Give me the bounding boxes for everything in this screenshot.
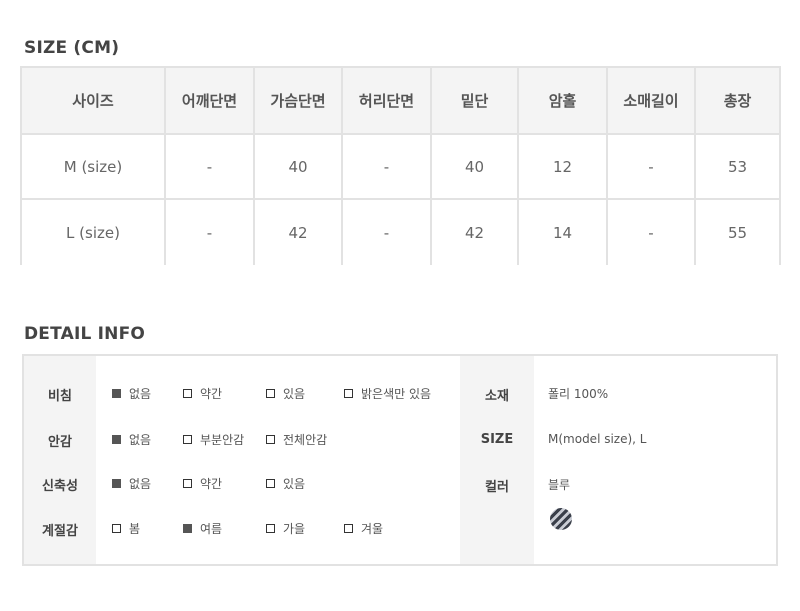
option-sheer-slight: 약간	[183, 385, 222, 402]
checkbox-checked-icon	[112, 389, 121, 398]
option-sheer-none: 없음	[112, 385, 151, 402]
size-cell: M (size)	[22, 135, 166, 198]
size-cell: 53	[727, 157, 748, 176]
table-row: M (size) - 40 - 40 12 - 53	[22, 135, 779, 200]
checkbox-empty-icon	[183, 479, 192, 488]
option-stretch-slight: 약간	[183, 475, 222, 492]
checkbox-checked-icon	[112, 479, 121, 488]
size-cell: -	[343, 135, 432, 198]
size-cell: 55	[727, 223, 748, 242]
detail-info-table: 비침 없음 약간 있음 밝은색만 있음 안감 없음 부분안감 전체안감 신축성 …	[22, 354, 778, 566]
size-header-cell: 밑단	[432, 68, 519, 133]
attribute-label-lining: 안감	[48, 435, 72, 450]
size-table-header: 사이즈 어깨단면 가슴단면 허리단면 밑단 암홀 소매길이 총장	[22, 68, 779, 135]
size-cell: 42	[432, 200, 519, 265]
option-lining-partial: 부분안감	[183, 431, 244, 448]
checkbox-checked-icon	[112, 435, 121, 444]
size-cell: 40	[255, 135, 343, 198]
attribute-label-season: 계절감	[42, 524, 78, 539]
size-cell: -	[608, 135, 696, 198]
spec-value-size: M(model size), L	[548, 432, 647, 446]
size-header-cell: 총장	[723, 92, 752, 110]
size-cell: 12	[519, 135, 608, 198]
option-season-winter: 겨울	[344, 520, 383, 537]
size-header-cell: 가슴단면	[255, 68, 343, 133]
size-header-cell: 어깨단면	[166, 68, 255, 133]
checkbox-empty-icon	[112, 524, 121, 533]
size-cell: -	[166, 200, 255, 265]
size-header-cell: 사이즈	[22, 68, 166, 133]
size-cell: L (size)	[22, 200, 166, 265]
option-lining-none: 없음	[112, 431, 151, 448]
attribute-label-stretch: 신축성	[42, 479, 78, 494]
detail-section-title: DETAIL INFO	[24, 324, 146, 344]
checkbox-empty-icon	[266, 479, 275, 488]
table-row: L (size) - 42 - 42 14 - 55	[22, 200, 779, 265]
option-stretch-none: 없음	[112, 475, 151, 492]
option-sheer-light-colors: 밝은색만 있음	[344, 385, 431, 402]
size-cell: 14	[519, 200, 608, 265]
checkbox-empty-icon	[266, 389, 275, 398]
spec-value-color: 블루	[548, 478, 571, 492]
size-header-cell: 허리단면	[343, 68, 432, 133]
size-header-cell: 소매길이	[608, 68, 696, 133]
option-stretch-yes: 있음	[266, 475, 305, 492]
option-season-fall: 가을	[266, 520, 305, 537]
size-table: 사이즈 어깨단면 가슴단면 허리단면 밑단 암홀 소매길이 총장 M (size…	[20, 66, 781, 265]
checkbox-checked-icon	[183, 524, 192, 533]
spec-label-color: 컬러	[485, 480, 509, 495]
checkbox-empty-icon	[344, 389, 353, 398]
checkbox-empty-icon	[183, 435, 192, 444]
checkbox-empty-icon	[266, 435, 275, 444]
size-section-title: SIZE (CM)	[24, 38, 120, 58]
size-cell: 40	[432, 135, 519, 198]
color-swatch-icon[interactable]	[550, 508, 572, 530]
spec-value-material: 폴리 100%	[548, 387, 609, 401]
checkbox-empty-icon	[344, 524, 353, 533]
option-lining-full: 전체안감	[266, 431, 327, 448]
size-header-cell: 암홀	[519, 68, 608, 133]
size-cell: 42	[255, 200, 343, 265]
option-sheer-yes: 있음	[266, 385, 305, 402]
size-cell: -	[343, 200, 432, 265]
checkbox-empty-icon	[266, 524, 275, 533]
spec-label-size: SIZE	[480, 432, 514, 447]
checkbox-empty-icon	[183, 389, 192, 398]
size-cell: -	[608, 200, 696, 265]
option-season-summer: 여름	[183, 520, 222, 537]
option-season-spring: 봄	[112, 520, 140, 537]
size-cell: -	[166, 135, 255, 198]
attribute-label-sheer: 비침	[48, 389, 72, 404]
spec-label-material: 소재	[485, 389, 509, 404]
